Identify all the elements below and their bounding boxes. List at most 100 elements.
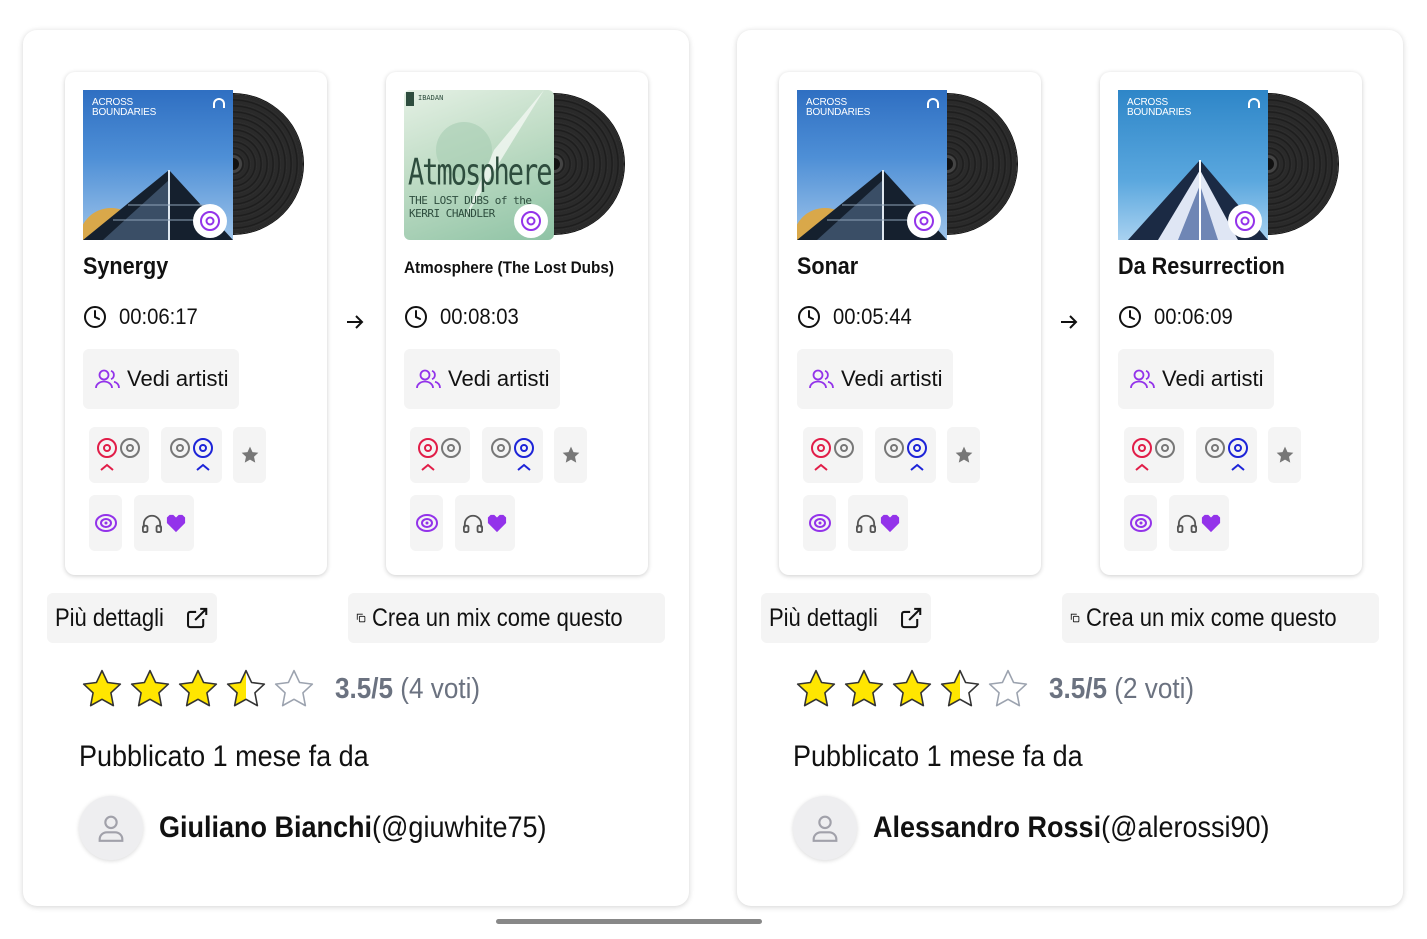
rating-star-icon[interactable] [843, 668, 885, 710]
star-rating[interactable] [795, 668, 1029, 710]
cover-text: Atmosphere [408, 152, 553, 194]
deck-b-icon [883, 438, 927, 471]
duration-text: 00:06:17 [119, 304, 198, 329]
users-icon [95, 369, 120, 389]
clock-icon [798, 306, 820, 328]
user-icon [812, 815, 838, 842]
cue-left-button[interactable] [803, 427, 863, 483]
rating-star-icon[interactable] [891, 668, 933, 710]
cue-right-button[interactable] [875, 427, 936, 483]
duration-text: 00:08:03 [440, 304, 519, 329]
rating-star-icon[interactable] [987, 668, 1029, 710]
rating-star-icon[interactable] [129, 668, 171, 710]
vinyl-icon [415, 514, 438, 532]
disc-icon[interactable] [1228, 204, 1262, 238]
headphones-icon [1176, 514, 1197, 533]
disc-icon[interactable] [193, 204, 227, 238]
disc-icon[interactable] [514, 204, 548, 238]
author-name[interactable]: Alessandro Rossi [873, 811, 1101, 844]
track-title: Sonar [797, 253, 859, 280]
more-details-button[interactable]: Più dettagli [47, 593, 217, 643]
author-handle[interactable]: (@alerossi90) [1101, 811, 1269, 844]
more-details-label: Più dettagli [55, 603, 164, 632]
album-artwork: IBADAN Atmosphere THE LOST DUBS of the K… [404, 90, 626, 242]
see-artists-button[interactable]: Vedi artisti [83, 349, 239, 409]
headphones-icon [142, 514, 162, 533]
horizontal-scrollbar[interactable] [496, 919, 762, 924]
album-artwork: ACROSS BOUNDARIES [83, 90, 305, 242]
cue-left-button[interactable] [89, 427, 149, 483]
deck-a-icon [97, 438, 140, 471]
cue-left-button[interactable] [410, 427, 470, 483]
create-mix-button[interactable]: Crea un mix come questo [1062, 593, 1379, 643]
rating-star-icon[interactable] [177, 668, 219, 710]
author[interactable]: Alessandro Rossi(@alerossi90) [793, 796, 1314, 860]
star-icon [955, 446, 972, 463]
track-title: Da Resurrection [1118, 253, 1285, 280]
cue-left-button[interactable] [1124, 427, 1184, 483]
cue-right-button[interactable] [1196, 427, 1257, 483]
favorite-button[interactable] [947, 427, 980, 483]
more-details-button[interactable]: Più dettagli [761, 593, 931, 643]
user-icon [98, 815, 124, 842]
vinyl-button[interactable] [410, 495, 443, 551]
rating-star-icon[interactable] [225, 668, 267, 710]
track-card[interactable]: ACROSS BOUNDARIES Da Resurrection 00:06:… [1100, 72, 1362, 575]
author[interactable]: Giuliano Bianchi(@giuwhite75) [79, 796, 590, 860]
track-card[interactable]: ACROSS BOUNDARIES Synergy 00:06:17 Vedi … [65, 72, 327, 575]
clock-icon [405, 306, 427, 328]
deck-a-icon [418, 438, 461, 471]
listen-like-button[interactable] [848, 495, 908, 551]
favorite-button[interactable] [554, 427, 587, 483]
listen-like-button[interactable] [134, 495, 194, 551]
see-artists-button[interactable]: Vedi artisti [797, 349, 953, 409]
see-artists-label: Vedi artisti [448, 366, 550, 391]
rating-score: 3.5/5 (2 voti) [1049, 672, 1195, 705]
track-duration: 00:06:09 [1118, 304, 1240, 330]
track-duration: 00:06:17 [83, 304, 205, 330]
more-details-label: Più dettagli [769, 603, 878, 632]
see-artists-label: Vedi artisti [1162, 366, 1264, 391]
disc-icon[interactable] [907, 204, 941, 238]
track-card[interactable]: IBADAN Atmosphere THE LOST DUBS of the K… [386, 72, 648, 575]
cue-right-button[interactable] [482, 427, 543, 483]
track-card[interactable]: ACROSS BOUNDARIES Sonar 00:05:44 Vedi ar… [779, 72, 1041, 575]
author-info[interactable]: Giuliano Bianchi(@giuwhite75) [159, 811, 547, 845]
duration-text: 00:06:09 [1154, 304, 1233, 329]
track-duration: 00:08:03 [404, 304, 526, 330]
album-artwork: ACROSS BOUNDARIES [797, 90, 1019, 242]
avatar[interactable] [79, 796, 143, 860]
listen-like-button[interactable] [455, 495, 515, 551]
heart-icon [1201, 514, 1221, 533]
rating-star-icon[interactable] [939, 668, 981, 710]
published-text: Pubblicato 1 mese fa da [79, 740, 369, 773]
listen-like-button[interactable] [1169, 495, 1229, 551]
star-icon [562, 446, 579, 463]
vinyl-button[interactable] [803, 495, 836, 551]
rating-star-icon[interactable] [795, 668, 837, 710]
headphones-icon [856, 514, 876, 533]
create-mix-label: Crea un mix come questo [372, 603, 623, 632]
see-artists-button[interactable]: Vedi artisti [404, 349, 560, 409]
rating-score: 3.5/5 (4 voti) [335, 672, 481, 705]
vinyl-button[interactable] [1124, 495, 1157, 551]
see-artists-button[interactable]: Vedi artisti [1118, 349, 1274, 409]
favorite-button[interactable] [1268, 427, 1301, 483]
author-name[interactable]: Giuliano Bianchi [159, 811, 372, 844]
copy-icon [1070, 613, 1080, 623]
duration-text: 00:05:44 [833, 304, 912, 329]
author-info[interactable]: Alessandro Rossi(@alerossi90) [873, 811, 1270, 845]
avatar[interactable] [793, 796, 857, 860]
cue-right-button[interactable] [161, 427, 222, 483]
rating: 3.5/5 (2 voti) [795, 668, 1210, 710]
favorite-button[interactable] [233, 427, 266, 483]
vinyl-icon [94, 514, 117, 532]
create-mix-button[interactable]: Crea un mix come questo [348, 593, 665, 643]
star-rating[interactable] [81, 668, 315, 710]
author-handle[interactable]: (@giuwhite75) [372, 811, 546, 844]
vinyl-button[interactable] [89, 495, 122, 551]
rating-star-icon[interactable] [273, 668, 315, 710]
external-link-icon [900, 607, 921, 629]
rating-star-icon[interactable] [81, 668, 123, 710]
published-text: Pubblicato 1 mese fa da [793, 740, 1083, 773]
